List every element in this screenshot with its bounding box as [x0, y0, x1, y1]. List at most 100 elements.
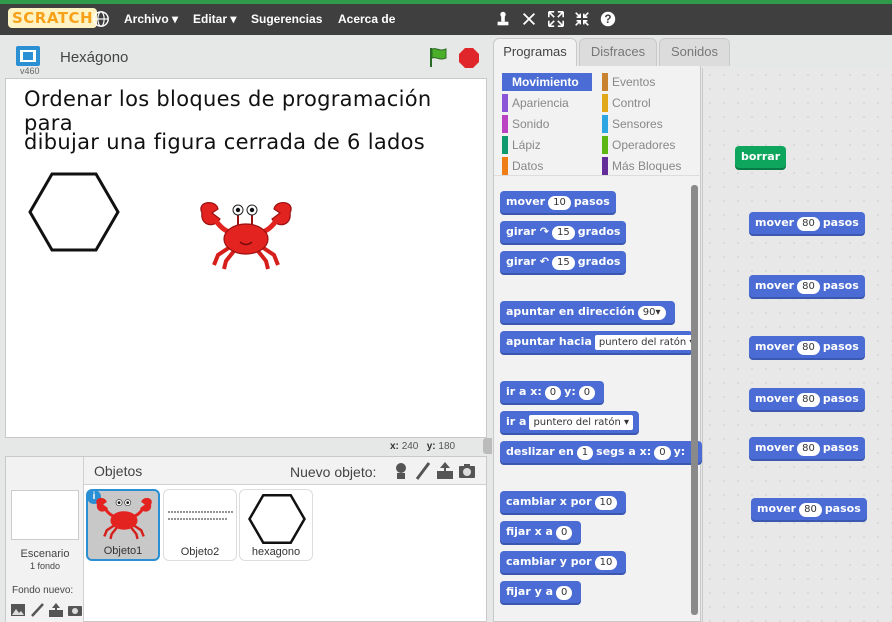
block-apuntar-direccion[interactable]: apuntar en dirección 90▾ [500, 301, 675, 323]
duplicate-stamp-icon[interactable] [494, 10, 512, 28]
block-input[interactable]: 0 [544, 386, 562, 400]
block-input[interactable]: 80 [797, 393, 820, 407]
collapse-stage-handle[interactable] [483, 438, 492, 454]
script-block-mover[interactable]: mover 80 pasos [749, 275, 865, 297]
block-input[interactable]: 0 [556, 586, 573, 600]
script-block-mover[interactable]: mover 80 pasos [749, 336, 865, 358]
tab-programas[interactable]: Programas [493, 38, 577, 68]
block-text: fijar x a [506, 525, 553, 538]
globe-icon[interactable] [92, 10, 110, 28]
block-input[interactable]: 10 [594, 496, 618, 510]
script-block-mover[interactable]: mover 80 pasos [749, 388, 865, 410]
block-text: pasos [824, 502, 861, 515]
block-input[interactable]: 80 [797, 341, 820, 355]
block-text: pasos [822, 441, 859, 454]
block-text: y: [673, 445, 686, 458]
block-ir-a[interactable]: ir a puntero del ratón ▾ [500, 411, 640, 433]
category-sensores[interactable]: Sensores [602, 115, 663, 133]
block-input[interactable]: 15 [551, 226, 575, 240]
block-input[interactable]: 1 [576, 446, 594, 460]
sprite-card-objeto2[interactable]: Objeto2 [163, 489, 237, 561]
category-movimiento[interactable]: Movimiento [502, 73, 592, 91]
block-cambiar-y[interactable]: cambiar y por 10 [500, 551, 627, 573]
category-control[interactable]: Control [602, 94, 651, 112]
block-text: pasos [822, 392, 859, 405]
block-text: girar [506, 225, 536, 238]
block-ir-a-xy[interactable]: ir a x: 0 y: 0 [500, 381, 605, 403]
stage-canvas[interactable]: Ordenar los bloques de programación para… [5, 78, 487, 438]
block-input[interactable]: 80 [797, 280, 820, 294]
block-text: pasos [822, 279, 859, 292]
paint-sprite-icon[interactable] [413, 461, 433, 481]
category-label: Control [612, 96, 651, 110]
block-input[interactable]: 0 [555, 526, 573, 540]
block-deslizar[interactable]: deslizar en 1 segs a x: 0 y: [500, 441, 702, 463]
upload-backdrop-icon[interactable] [48, 603, 64, 617]
script-block-mover[interactable]: mover 80 pasos [749, 212, 865, 234]
block-mover-pasos[interactable]: mover 10 pasos [500, 191, 616, 213]
script-block-mover[interactable]: mover 80 pasos [751, 498, 867, 520]
palette-scrollbar[interactable] [691, 185, 698, 615]
block-input[interactable]: 10 [594, 556, 618, 570]
category-mas-bloques[interactable]: Más Bloques [602, 157, 681, 175]
grow-icon[interactable] [547, 10, 565, 28]
paint-backdrop-icon[interactable] [29, 603, 45, 617]
backdrop-library-icon[interactable] [10, 603, 26, 617]
block-girar-derecha[interactable]: girar ↷ 15 grados [500, 221, 627, 243]
cut-scissors-icon[interactable] [520, 10, 538, 28]
block-fijar-x[interactable]: fijar x a0 [500, 521, 582, 543]
category-apariencia[interactable]: Apariencia [502, 94, 569, 112]
menu-archivo[interactable]: Archivo ▾ [124, 12, 178, 26]
scratch-logo[interactable]: SCRATCH [8, 8, 98, 28]
stop-sign-icon[interactable] [458, 47, 480, 69]
sprite-card-objeto1[interactable]: i Objeto1 [86, 489, 160, 561]
y-label: y: [426, 441, 436, 452]
block-input[interactable]: 10 [548, 196, 571, 210]
block-apuntar-hacia[interactable]: apuntar hacia puntero del ratón ▾ [500, 331, 693, 353]
sprite-library-icon[interactable] [391, 461, 411, 481]
camera-backdrop-icon[interactable] [67, 603, 83, 617]
block-input[interactable]: 80 [799, 503, 822, 517]
block-input[interactable]: 90▾ [637, 306, 666, 320]
sprite-card-hexagono[interactable]: hexagono [239, 489, 313, 561]
shrink-icon[interactable] [573, 10, 591, 28]
menu-editar[interactable]: Editar ▾ [193, 12, 236, 26]
sprites-toolbar: Objetos Nuevo objeto: [84, 457, 486, 485]
stage-thumbnail[interactable] [11, 490, 79, 540]
menu-acerca-de[interactable]: Acerca de [338, 12, 395, 26]
category-label: Lápiz [512, 138, 541, 152]
category-lapiz[interactable]: Lápiz [502, 136, 541, 154]
category-sonido[interactable]: Sonido [502, 115, 549, 133]
script-block-borrar[interactable]: borrar [735, 146, 787, 168]
script-block-mover[interactable]: mover 80 pasos [749, 437, 865, 459]
crab-sprite[interactable] [194, 199, 298, 271]
green-flag-icon[interactable] [427, 46, 449, 68]
block-dropdown[interactable]: puntero del ratón ▾ [594, 335, 693, 350]
category-label: Más Bloques [612, 159, 682, 173]
block-text: segs a x: [596, 445, 652, 458]
block-input[interactable]: 80 [797, 442, 820, 456]
block-cambiar-x[interactable]: cambiar x por 10 [500, 491, 627, 513]
block-input[interactable]: 80 [797, 217, 820, 231]
tab-sonidos[interactable]: Sonidos [659, 38, 730, 66]
category-eventos[interactable]: Eventos [602, 73, 655, 91]
category-datos[interactable]: Datos [502, 157, 543, 175]
block-text: mover [755, 441, 795, 454]
fullscreen-icon[interactable] [15, 45, 41, 67]
category-label: Datos [512, 159, 544, 173]
category-operadores[interactable]: Operadores [602, 136, 675, 154]
hexagon-sprite[interactable] [26, 171, 122, 253]
menu-sugerencias[interactable]: Sugerencias [251, 12, 322, 26]
block-input[interactable]: 15 [551, 256, 575, 270]
block-fijar-y[interactable]: fijar y a0 [500, 581, 582, 603]
block-girar-izquierda[interactable]: girar ↶ 15 grados [500, 251, 627, 273]
tab-disfraces[interactable]: Disfraces [579, 38, 657, 66]
help-icon[interactable]: ? [599, 10, 617, 28]
block-input[interactable]: 0 [578, 386, 596, 400]
block-input[interactable]: 0 [654, 446, 671, 460]
project-title[interactable]: Hexágono [60, 49, 128, 66]
block-dropdown[interactable]: puntero del ratón ▾ [529, 415, 634, 430]
camera-sprite-icon[interactable] [457, 461, 477, 481]
stage-column: Escenario 1 fondo Fondo nuevo: [6, 457, 84, 622]
upload-sprite-icon[interactable] [435, 461, 455, 481]
